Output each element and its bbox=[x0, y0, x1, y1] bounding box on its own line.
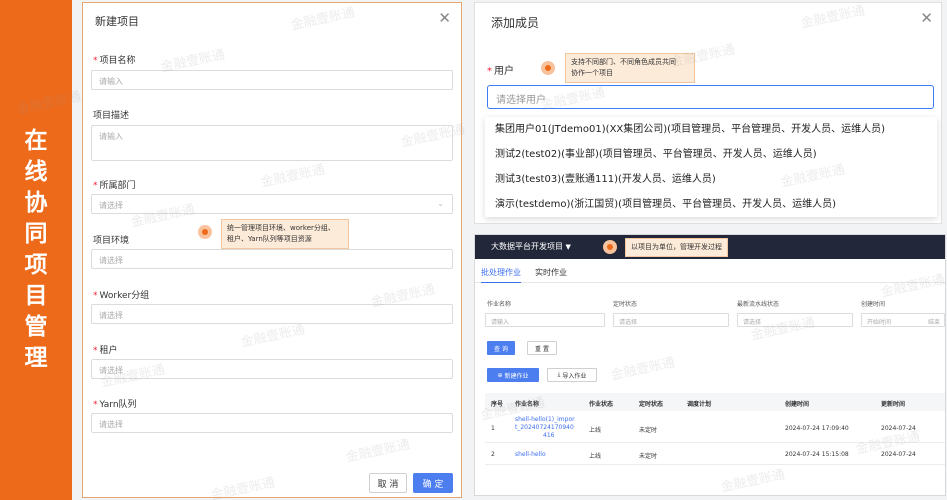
banner-char: 协 bbox=[24, 190, 48, 216]
import-job-button[interactable]: ⤓ 导入作业 bbox=[547, 368, 597, 382]
download-icon: ⤓ bbox=[557, 371, 561, 378]
dialog-title: 新建项目 bbox=[95, 15, 139, 28]
job-tabs: 批处理作业 实时作业 bbox=[475, 261, 945, 283]
updated-time: 2024-07-24 bbox=[881, 451, 916, 458]
created-time: 2024-07-24 15:15:08 bbox=[785, 451, 849, 458]
table-row[interactable]: 1 shell-hello(1)_impor t_20240724170940 … bbox=[485, 413, 945, 443]
project-switcher[interactable]: 大数据平台开发项目 ▼ bbox=[491, 241, 571, 252]
query-button[interactable]: 查 询 bbox=[487, 341, 515, 355]
user-dropdown: 集团用户01(JTdemo01)(XX集团公司)(项目管理员、平台管理员、开发人… bbox=[485, 117, 937, 217]
plus-circle-icon: ⊕ bbox=[497, 371, 503, 379]
banner-char: 项 bbox=[24, 252, 48, 278]
worker-select[interactable]: 请选择 bbox=[91, 304, 453, 324]
project-desc-textarea[interactable]: 请输入 bbox=[91, 125, 453, 161]
row-number: 2 bbox=[491, 451, 495, 458]
yarn-label: * Yarn队列 bbox=[93, 400, 137, 410]
cancel-button[interactable]: 取 消 bbox=[369, 473, 407, 493]
yarn-select[interactable]: 请选择 bbox=[91, 413, 453, 433]
updated-time: 2024-07-24 bbox=[881, 425, 916, 432]
project-desc-label: 项目描述 bbox=[93, 111, 130, 121]
chevron-down-icon: ⌄ bbox=[437, 199, 444, 208]
callout-marker bbox=[198, 225, 212, 239]
confirm-button[interactable]: 确 定 bbox=[413, 473, 453, 493]
banner-char: 线 bbox=[24, 159, 48, 185]
job-list-panel: 大数据平台开发项目 ▼ 以项目为单位，管理开发过程 批处理作业 实时作业 作业名… bbox=[474, 234, 946, 496]
column-header: 创建时间 bbox=[785, 401, 810, 408]
column-header: 调度计划 bbox=[687, 401, 712, 408]
tenant-label: * 租户 bbox=[93, 346, 118, 356]
env-label: 项目环境 bbox=[93, 236, 130, 246]
new-job-button[interactable]: ⊕ 新建作业 bbox=[487, 368, 539, 382]
callout-marker bbox=[541, 61, 555, 75]
banner-char: 理 bbox=[24, 345, 48, 371]
column-header: 定时状态 bbox=[639, 401, 664, 408]
timer-status-select[interactable]: 请选择 bbox=[613, 313, 729, 327]
close-icon[interactable]: ✕ bbox=[438, 9, 451, 27]
tenant-select[interactable]: 请选择 bbox=[91, 359, 453, 379]
table-row[interactable]: 2 shell-hello 上线 未定时 2024-07-24 15:15:08… bbox=[485, 445, 945, 465]
timer-status: 未定时 bbox=[639, 427, 658, 434]
project-name-input[interactable]: 请输入 bbox=[91, 70, 453, 90]
job-name-link[interactable]: shell-hello bbox=[515, 451, 546, 458]
table-header: 序号 作业名称 作业状态 定时状态 调度计划 创建时间 更新时间 bbox=[485, 393, 945, 411]
filter-label: 定时状态 bbox=[613, 301, 638, 308]
column-header: 作业状态 bbox=[589, 401, 614, 408]
job-name-link[interactable]: shell-hello(1)_impor t_20240724170940 41… bbox=[515, 416, 575, 440]
tab-realtime-jobs[interactable]: 实时作业 bbox=[535, 267, 567, 278]
banner-char: 同 bbox=[24, 221, 48, 247]
caret-down-icon: ▼ bbox=[565, 243, 571, 251]
worker-label: * Worker分组 bbox=[93, 291, 150, 301]
column-header: 更新时间 bbox=[881, 401, 906, 408]
user-option[interactable]: 演示(testdemo)(浙江国贸)(项目管理员、平台管理员、开发人员、运维人员… bbox=[485, 192, 937, 217]
job-status: 上线 bbox=[589, 453, 602, 460]
new-project-dialog: 新建项目 ✕ * 项目名称 请输入 项目描述 请输入 * 所属部门 请选择 ⌄ 项目环… bbox=[82, 2, 462, 498]
filter-label: 最新流水线状态 bbox=[737, 301, 780, 308]
filter-label: 作业名称 bbox=[487, 301, 512, 308]
callout-tip: 统一管理项目环境、worker分组、 租户、Yarn队列等项目资源 bbox=[221, 219, 349, 249]
column-header: 序号 bbox=[491, 401, 504, 408]
dept-select[interactable]: 请选择 ⌄ bbox=[91, 194, 453, 214]
title-banner: 在 线 协 同 项 目 管 理 bbox=[0, 0, 72, 500]
callout-tip: 支持不同部门、不同角色成员共同 协作一个项目 bbox=[565, 53, 695, 83]
env-select[interactable]: 请选择 bbox=[91, 249, 453, 269]
add-member-dialog: 添加成员 ✕ * 用户 支持不同部门、不同角色成员共同 协作一个项目 请选择用户 … bbox=[474, 2, 942, 224]
reset-button[interactable]: 重 置 bbox=[527, 341, 557, 355]
pipeline-status-select[interactable]: 请选择 bbox=[737, 313, 853, 327]
banner-char: 在 bbox=[24, 128, 48, 154]
filter-label: 创建时间 bbox=[861, 301, 886, 308]
timer-status: 未定时 bbox=[639, 453, 658, 460]
callout-marker bbox=[603, 240, 617, 254]
row-number: 1 bbox=[491, 425, 495, 432]
dept-label: * 所属部门 bbox=[93, 181, 136, 191]
created-time: 2024-07-24 17:09:40 bbox=[785, 425, 849, 432]
user-option[interactable]: 测试3(test03)(壹账通111)(开发人员、运维人员) bbox=[485, 167, 937, 192]
job-status: 上线 bbox=[589, 427, 602, 434]
user-search-input[interactable]: 请选择用户 bbox=[487, 85, 934, 109]
banner-char: 目 bbox=[24, 283, 48, 309]
screenshot-root: 在 线 协 同 项 目 管 理 新建项目 ✕ * 项目名称 请输入 项目描述 请输… bbox=[0, 0, 947, 500]
close-icon[interactable]: ✕ bbox=[920, 9, 933, 27]
user-option[interactable]: 测试2(test02)(事业部)(项目管理员、平台管理员、开发人员、运维人员) bbox=[485, 142, 937, 167]
callout-tip: 以项目为单位，管理开发过程 bbox=[625, 238, 728, 257]
created-time-range[interactable]: 开始时间 结束 bbox=[861, 313, 945, 327]
dialog-title: 添加成员 bbox=[491, 16, 540, 30]
column-header: 作业名称 bbox=[515, 401, 540, 408]
job-name-input[interactable]: 请输入 bbox=[485, 313, 605, 327]
banner-char: 管 bbox=[24, 314, 48, 340]
project-top-bar: 大数据平台开发项目 ▼ 以项目为单位，管理开发过程 bbox=[475, 235, 945, 259]
user-option[interactable]: 集团用户01(JTdemo01)(XX集团公司)(项目管理员、平台管理员、开发人… bbox=[485, 117, 937, 142]
user-label: * 用户 bbox=[487, 66, 514, 77]
project-name-label: * 项目名称 bbox=[93, 56, 136, 66]
tab-batch-jobs[interactable]: 批处理作业 bbox=[481, 267, 521, 283]
